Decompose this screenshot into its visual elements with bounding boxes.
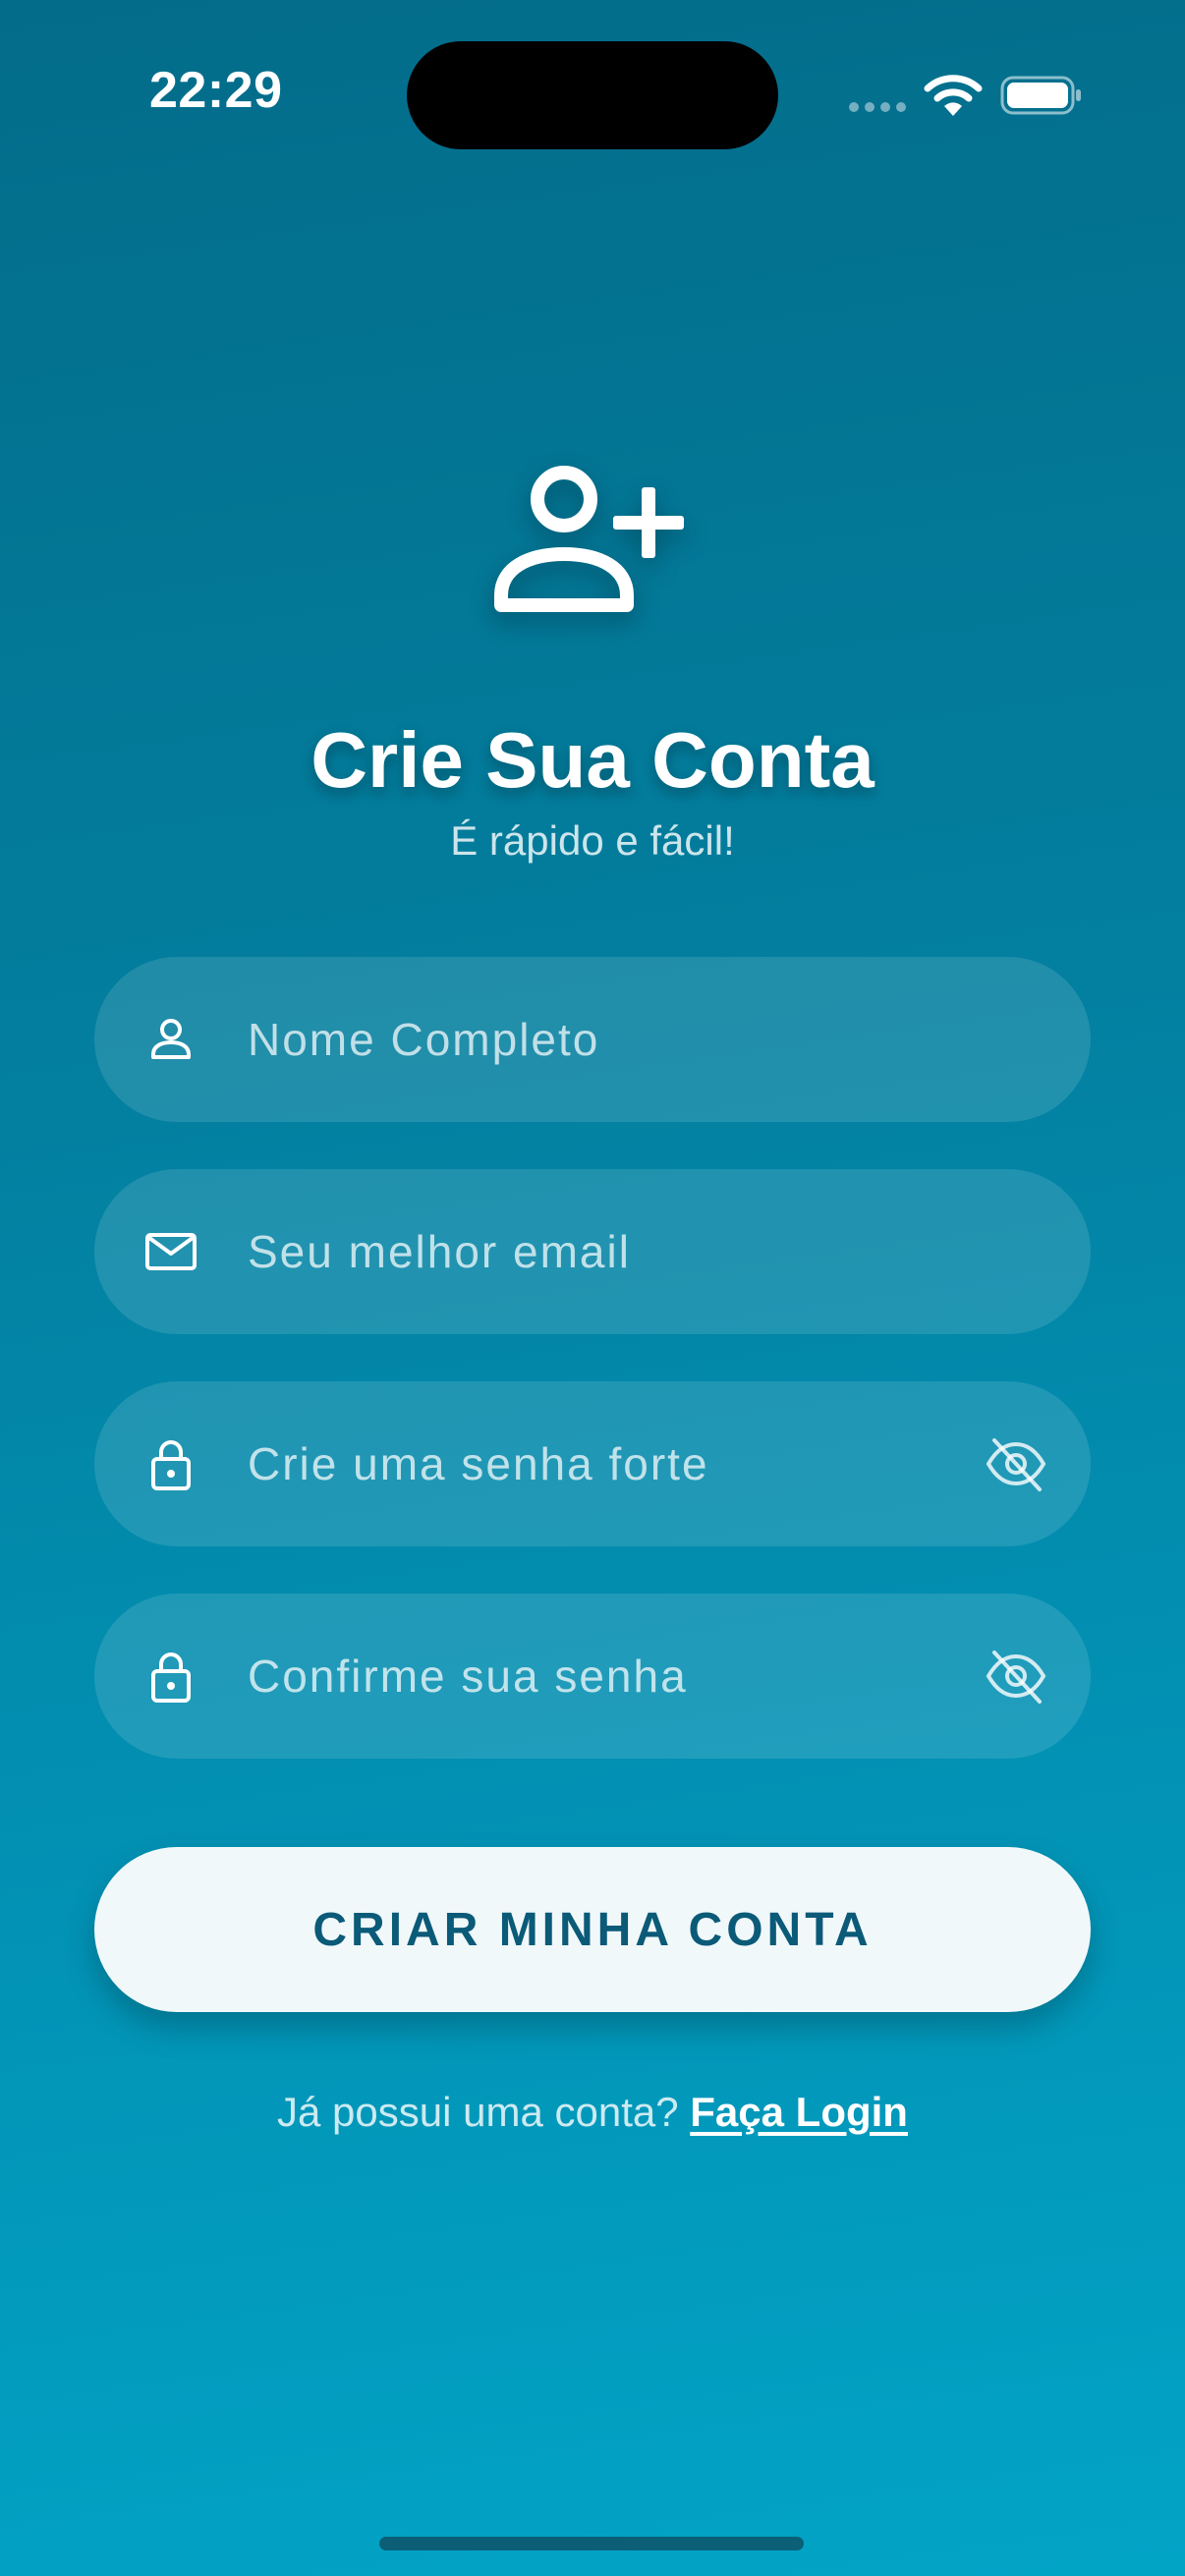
password-field[interactable] [94, 1381, 1091, 1546]
name-field[interactable] [94, 957, 1091, 1122]
login-link[interactable]: Faça Login [690, 2089, 908, 2135]
dynamic-island [407, 41, 778, 149]
confirm-password-input[interactable] [248, 1594, 876, 1759]
login-prompt-line: Já possui uma conta? Faça Login [0, 2089, 1185, 2136]
add-user-icon [494, 466, 684, 612]
confirm-password-field[interactable] [94, 1594, 1091, 1759]
mail-icon [145, 1233, 197, 1270]
signal-icon [849, 102, 906, 112]
eye-off-icon[interactable] [983, 1643, 1049, 1709]
person-icon [151, 1019, 191, 1059]
email-input[interactable] [248, 1169, 1034, 1334]
create-account-button[interactable]: CRIAR MINHA CONTA [94, 1847, 1091, 2012]
name-input[interactable] [248, 957, 1034, 1122]
login-prompt-text: Já possui uma conta? [277, 2089, 679, 2135]
password-input[interactable] [248, 1381, 876, 1546]
home-indicator[interactable] [379, 2537, 804, 2550]
page-subtitle: É rápido e fácil! [450, 817, 735, 864]
status-time: 22:29 [149, 62, 283, 119]
page-title: Crie Sua Conta [310, 716, 875, 804]
lock-icon [151, 1652, 191, 1703]
wifi-icon [924, 75, 983, 116]
email-field[interactable] [94, 1169, 1091, 1334]
eye-off-icon[interactable] [983, 1430, 1049, 1497]
battery-icon [1000, 76, 1081, 115]
lock-icon [151, 1440, 191, 1490]
